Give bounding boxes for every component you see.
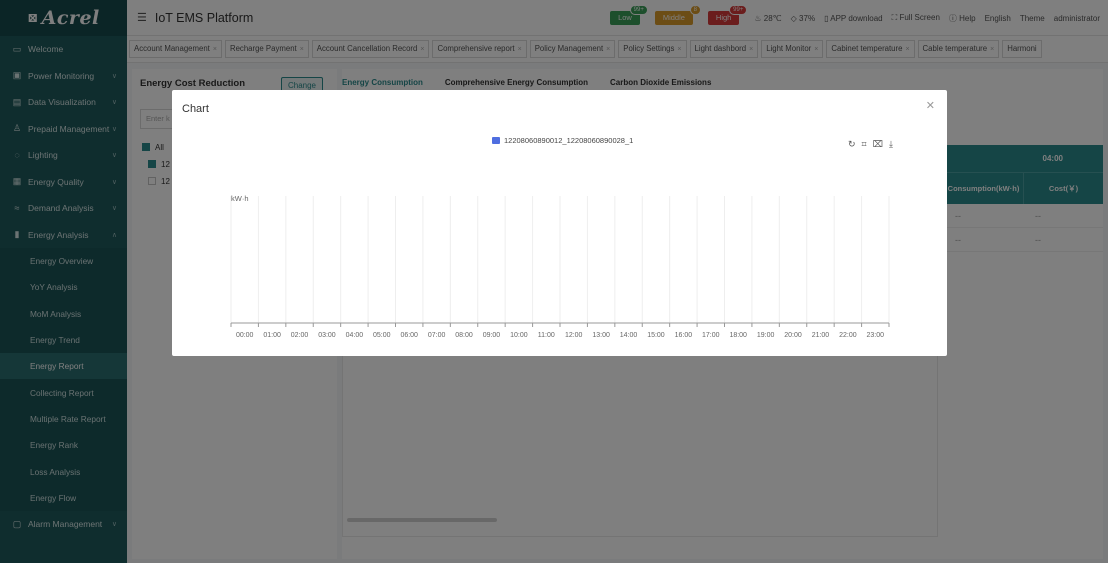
- x-tick-label: 12:00: [565, 332, 583, 339]
- x-tick-label: 19:00: [757, 332, 775, 339]
- x-tick-label: 05:00: [373, 332, 391, 339]
- x-tick-label: 10:00: [510, 332, 528, 339]
- x-tick-label: 13:00: [592, 332, 610, 339]
- x-tick-label: 21:00: [812, 332, 830, 339]
- chart-modal: Chart ✕ 12208060890012_12208060890028_1 …: [172, 90, 947, 356]
- x-tick-label: 18:00: [729, 332, 747, 339]
- chart-plot: 00:00 01:00 02:00 03:00 04:00 05:00 06:00 07:00…: [230, 196, 890, 339]
- x-tick-label: 08:00: [455, 332, 473, 339]
- x-tick-label: 01:00: [263, 332, 281, 339]
- x-tick-label: 22:00: [839, 332, 857, 339]
- x-tick-label: 15:00: [647, 332, 665, 339]
- x-tick-label: 20:00: [784, 332, 802, 339]
- x-tick-label: 06:00: [400, 332, 418, 339]
- x-tick-label: 04:00: [346, 332, 364, 339]
- x-tick-label: 03:00: [318, 332, 336, 339]
- x-tick-label: 14:00: [620, 332, 638, 339]
- x-tick-label: 16:00: [675, 332, 693, 339]
- x-tick-label: 23:00: [867, 332, 885, 339]
- x-tick-label: 02:00: [291, 332, 309, 339]
- x-tick-label: 09:00: [483, 332, 501, 339]
- x-tick-label: 11:00: [538, 332, 555, 339]
- x-tick-label: 17:00: [702, 332, 720, 339]
- x-tick-label: 00:00: [236, 332, 254, 339]
- x-tick-label: 07:00: [428, 332, 446, 339]
